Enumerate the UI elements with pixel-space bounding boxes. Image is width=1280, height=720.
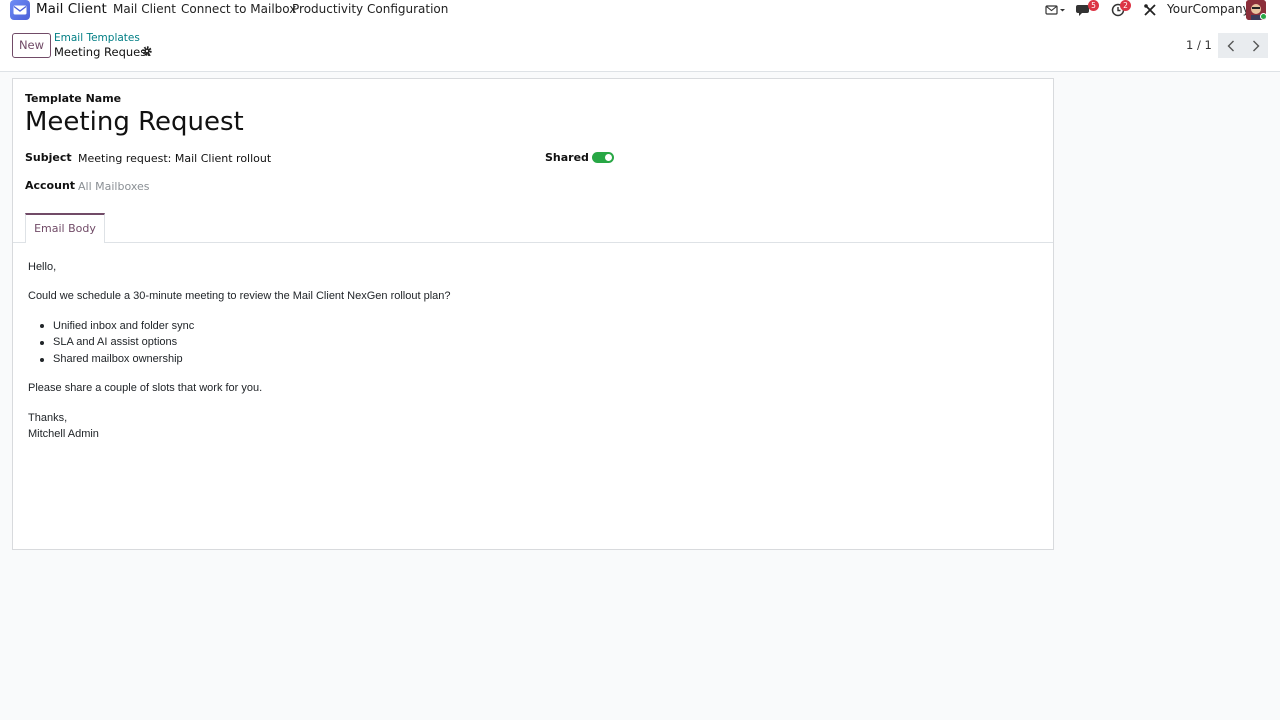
account-field[interactable]: All Mailboxes: [78, 180, 150, 193]
account-label: Account: [25, 179, 76, 192]
user-avatar[interactable]: [1246, 0, 1266, 20]
gear-icon[interactable]: [141, 45, 153, 57]
company-switcher[interactable]: YourCompany: [1167, 0, 1250, 20]
body-greeting: Hello,: [28, 261, 57, 273]
control-panel: New Email Templates Meeting Request 1 / …: [0, 20, 1280, 72]
subject-label: Subject: [25, 151, 72, 164]
menu-connect-to-mailbox[interactable]: Connect to Mailbox: [181, 0, 296, 20]
menu-mail-client[interactable]: Mail Client: [113, 0, 176, 20]
top-navbar: Mail Client Mail Client Connect to Mailb…: [0, 0, 1280, 20]
template-name-label: Template Name: [25, 92, 122, 105]
chevron-right-icon: [1252, 40, 1259, 51]
online-status-dot: [1260, 13, 1266, 20]
new-button[interactable]: New: [12, 33, 51, 58]
messages-badge: 5: [1088, 0, 1099, 11]
pager-previous-button[interactable]: [1218, 33, 1243, 58]
shared-label: Shared: [545, 151, 589, 164]
chevron-left-icon: [1227, 40, 1234, 51]
tab-divider: [13, 242, 1053, 243]
tools-icon[interactable]: [1143, 0, 1157, 20]
pager-next-button[interactable]: [1243, 33, 1268, 58]
bullet-dot: [40, 324, 44, 328]
menu-productivity[interactable]: Productivity: [292, 0, 363, 20]
mail-dropdown-icon[interactable]: [1045, 0, 1067, 20]
template-name-field[interactable]: Meeting Request: [25, 107, 244, 137]
body-bullet-item: Unified inbox and folder sync: [53, 320, 195, 332]
bullet-dot: [40, 341, 44, 345]
body-signature: Mitchell Admin: [28, 428, 99, 440]
mail-app-icon[interactable]: [10, 0, 30, 20]
body-bullet-item: SLA and AI assist options: [53, 336, 178, 348]
body-intro: Could we schedule a 30-minute meeting to…: [28, 290, 451, 302]
tab-email-body[interactable]: Email Body: [25, 213, 105, 243]
activities-badge: 2: [1120, 0, 1131, 11]
form-sheet: Template Name Meeting Request Subject Me…: [12, 78, 1054, 550]
subject-field[interactable]: Meeting request: Mail Client rollout: [78, 152, 271, 165]
pager-value[interactable]: 1 / 1: [1186, 38, 1212, 52]
app-name[interactable]: Mail Client: [36, 0, 107, 20]
bullet-dot: [40, 358, 44, 362]
breadcrumb-current: Meeting Request: [54, 45, 151, 59]
body-request: Please share a couple of slots that work…: [28, 382, 263, 394]
body-signoff: Thanks,: [28, 412, 68, 424]
breadcrumb-email-templates[interactable]: Email Templates: [54, 32, 140, 44]
body-bullet-item: Shared mailbox ownership: [53, 353, 183, 365]
menu-configuration[interactable]: Configuration: [367, 0, 448, 20]
shared-toggle[interactable]: [592, 152, 614, 163]
